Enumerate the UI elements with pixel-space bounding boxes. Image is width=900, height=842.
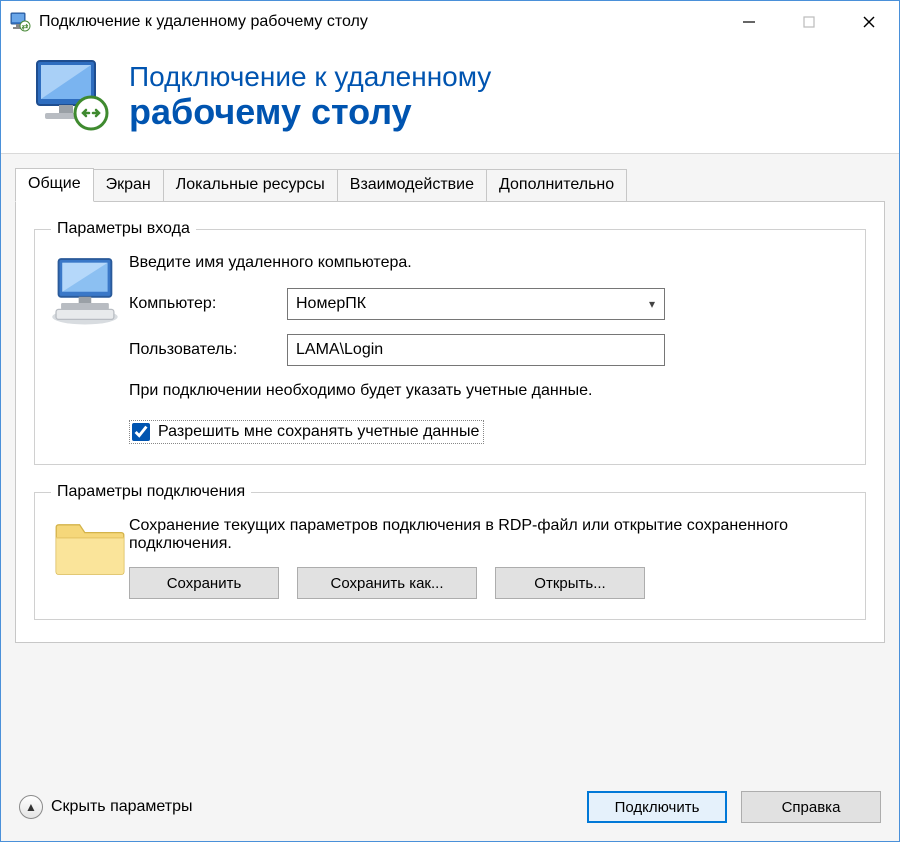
header-text: Подключение к удаленному рабочему столу [129, 62, 491, 131]
user-input[interactable]: LAMA\Login [287, 334, 665, 366]
hide-options-toggle[interactable]: ▲ Скрыть параметры [19, 795, 193, 819]
computer-icon [51, 314, 129, 331]
tab-advanced[interactable]: Дополнительно [486, 169, 627, 203]
hide-options-label: Скрыть параметры [51, 798, 193, 816]
app-icon: ⇄ [9, 11, 31, 33]
tab-general[interactable]: Общие [15, 168, 94, 202]
header: Подключение к удаленному рабочему столу [1, 43, 899, 153]
tab-display[interactable]: Экран [93, 169, 164, 203]
tabstrip: Общие Экран Локальные ресурсы Взаимодейс… [1, 168, 899, 202]
allow-save-checkbox[interactable] [132, 423, 150, 441]
connect-button[interactable]: Подключить [587, 791, 727, 823]
svg-text:⇄: ⇄ [22, 22, 29, 31]
computer-value: НомерПК [288, 295, 640, 313]
credentials-note: При подключении необходимо будет указать… [129, 380, 669, 402]
window-controls [719, 1, 899, 43]
maximize-button [779, 1, 839, 43]
login-parameters-group: Параметры входа [34, 220, 866, 465]
tab-local-resources[interactable]: Локальные ресурсы [163, 169, 338, 203]
open-button[interactable]: Открыть... [495, 567, 645, 599]
chevron-down-icon: ▾ [640, 297, 664, 311]
login-prompt: Введите имя удаленного компьютера. [129, 254, 849, 272]
folder-icon [51, 567, 129, 584]
rdp-dialog: ⇄ Подключение к удаленному рабочему стол… [0, 0, 900, 842]
user-label: Пользователь: [129, 341, 287, 359]
computer-combobox[interactable]: НомерПК ▾ [287, 288, 665, 320]
connection-parameters-group: Параметры подключения Сохранение текущи [34, 483, 866, 620]
dialog-footer: ▲ Скрыть параметры Подключить Справка [1, 777, 899, 841]
login-group-legend: Параметры входа [51, 220, 196, 238]
user-value: LAMA\Login [296, 341, 383, 359]
close-button[interactable] [839, 1, 899, 43]
header-title-line2: рабочему столу [129, 93, 491, 131]
minimize-button[interactable] [719, 1, 779, 43]
tab-experience[interactable]: Взаимодействие [337, 169, 487, 203]
tab-area: Общие Экран Локальные ресурсы Взаимодейс… [1, 153, 899, 841]
computer-label: Компьютер: [129, 295, 287, 313]
header-title-line1: Подключение к удаленному [129, 62, 491, 93]
rdp-logo-icon [31, 57, 113, 135]
titlebar: ⇄ Подключение к удаленному рабочему стол… [1, 1, 899, 43]
save-as-button[interactable]: Сохранить как... [297, 567, 477, 599]
conn-descr: Сохранение текущих параметров подключени… [129, 517, 849, 553]
help-button[interactable]: Справка [741, 791, 881, 823]
window-title: Подключение к удаленному рабочему столу [39, 13, 719, 31]
allow-save-label: Разрешить мне сохранять учетные данные [158, 423, 479, 441]
conn-group-legend: Параметры подключения [51, 483, 251, 501]
save-button[interactable]: Сохранить [129, 567, 279, 599]
allow-save-credentials[interactable]: Разрешить мне сохранять учетные данные [129, 420, 484, 444]
tab-panel-general: Параметры входа [15, 201, 885, 643]
chevron-up-icon: ▲ [19, 795, 43, 819]
